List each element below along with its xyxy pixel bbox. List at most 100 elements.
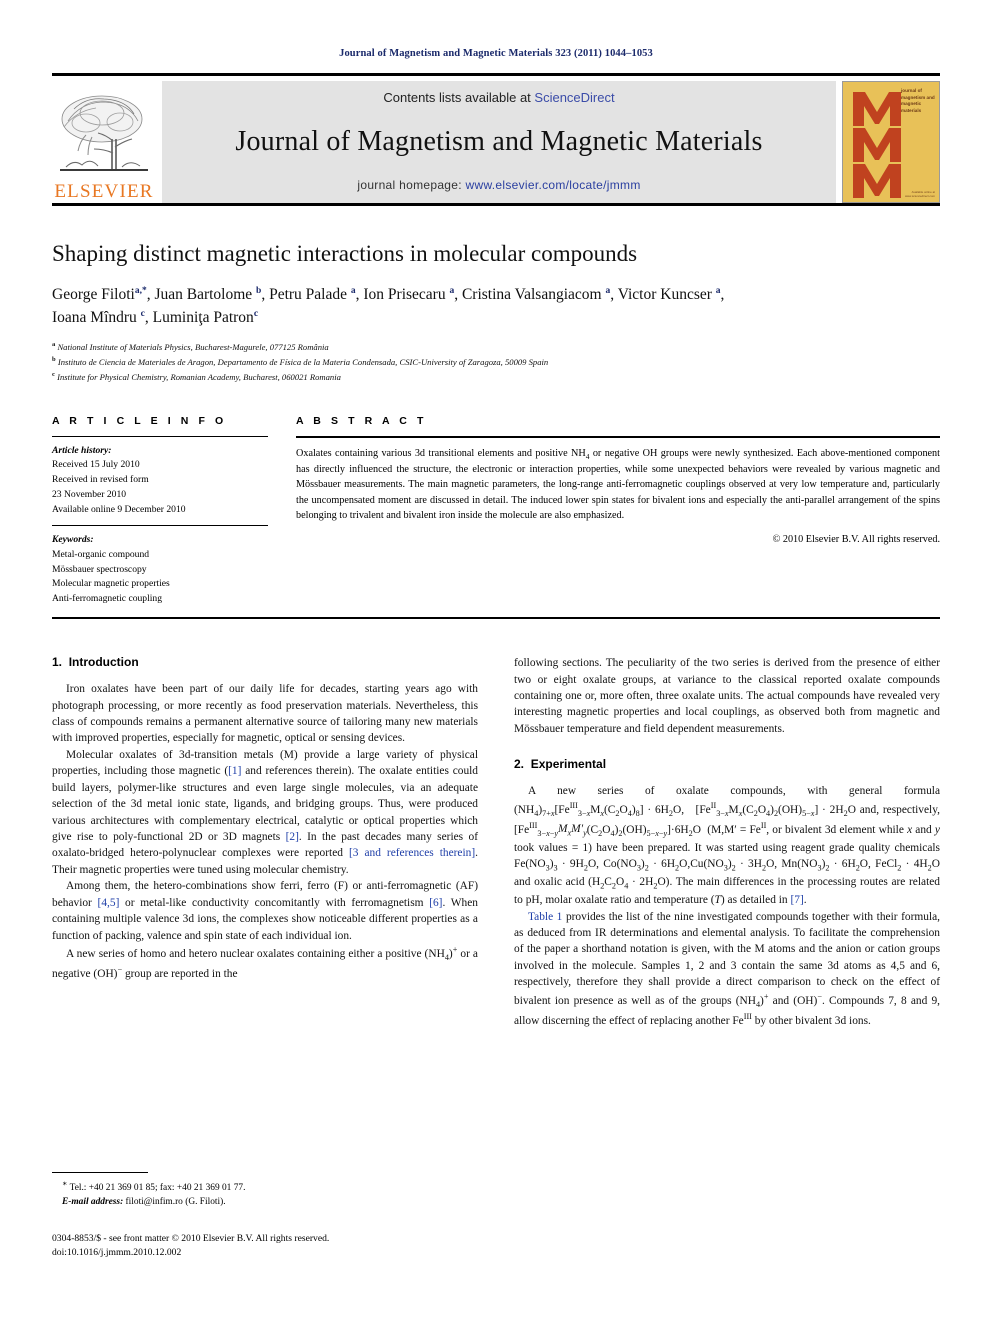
author-item: Ioana Mîndru c, — [52, 308, 153, 326]
author-name: Juan Bartolome — [154, 285, 253, 303]
history-item: 23 November 2010 — [52, 489, 127, 501]
section-number: 2. — [514, 757, 525, 772]
section-title: Introduction — [68, 655, 139, 670]
author-affil-mark: a — [715, 285, 721, 296]
imprint-line-2[interactable]: doi:10.1016/j.jmmm.2010.12.002 — [52, 1246, 472, 1260]
author-list: George Filotia,*, Juan Bartolome b, Petr… — [52, 283, 940, 330]
section-number: 1. — [52, 655, 63, 670]
author-affil-mark: a — [449, 285, 455, 296]
sciencedirect-link[interactable]: ScienceDirect — [534, 90, 614, 105]
right-column: following sections. The peculiarity of t… — [514, 655, 940, 1029]
title-block: Shaping distinct magnetic interactions i… — [52, 240, 940, 385]
experimental-paragraph-1: A new series of oxalate compounds, with … — [514, 785, 941, 907]
affiliation-item: c Institute for Physical Chemistry, Roma… — [52, 370, 940, 385]
citation-link-1[interactable]: [1] — [228, 765, 241, 777]
author-item: George Filotia,*, — [52, 285, 155, 303]
affiliation-text: National Institute of Materials Physics,… — [57, 342, 329, 353]
contents-lists-prefix: Contents lists available at — [383, 90, 535, 105]
keywords-label: Keywords: — [52, 533, 94, 545]
author-name: Ioana Mîndru — [52, 309, 137, 326]
author-item: Luminiţa Patronc — [153, 309, 258, 326]
experimental-paragraph-2: Table 1 provides the list of the nine in… — [514, 910, 940, 1027]
section-heading-introduction: 1. Introduction — [52, 655, 478, 669]
contact-text: Tel.: +40 21 369 01 85; fax: +40 21 369 … — [69, 1183, 246, 1194]
affiliation-text: Instituto de Ciencia de Materiales de Ar… — [57, 356, 549, 367]
affiliation-item: a National Institute of Materials Physic… — [52, 340, 940, 355]
journal-cover-thumbnail[interactable]: journal of magnetism and magnetic materi… — [842, 81, 940, 203]
affiliation-mark: b — [52, 356, 56, 364]
author-name: Petru Palade — [269, 285, 347, 303]
keyword-item: Molecular magnetic properties — [52, 578, 170, 590]
citation-link-4-5[interactable]: [4,5] — [98, 897, 120, 909]
cover-footer-text: Available online at www.sciencedirect.co… — [904, 190, 935, 199]
section-title: Experimental — [530, 757, 607, 772]
article-history-label: Article history: — [52, 444, 112, 456]
intro-paragraph-4-start: A new series of homo and hetero nuclear … — [52, 944, 478, 980]
author-item: Juan Bartolome b, — [154, 285, 270, 303]
keyword-item: Anti-ferromagnetic coupling — [52, 593, 163, 605]
author-name: Ion Prisecaru — [363, 285, 446, 303]
journal-masthead: ELSEVIER Contents lists available at Sci… — [52, 73, 940, 203]
masthead-bottom-rule — [52, 203, 940, 206]
page-title: Shaping distinct magnetic interactions i… — [52, 241, 638, 266]
article-info-heading: A R T I C L E I N F O — [52, 414, 227, 427]
imprint-block: 0304-8853/$ - see front matter © 2010 El… — [52, 1232, 472, 1261]
abstract-heading: A B S T R A C T — [296, 414, 427, 427]
article-first-page: Journal of Magnetism and Magnetic Materi… — [0, 0, 992, 1323]
author-name: Cristina Valsangiacom — [461, 285, 602, 303]
body-columns: 1. Introduction Iron oxalates have been … — [52, 655, 940, 1029]
history-item: Available online 9 December 2010 — [52, 504, 186, 516]
abstract-copyright: © 2010 Elsevier B.V. All rights reserved… — [772, 533, 940, 545]
left-column: 1. Introduction Iron oxalates have been … — [52, 655, 478, 1029]
affiliation-mark: c — [52, 370, 55, 378]
email-value[interactable]: filoti@infim.ro (G. Filoti). — [126, 1197, 226, 1207]
author-affil-mark: a — [605, 285, 611, 296]
author-name: George Filoti — [52, 285, 135, 303]
abstract-column: A B S T R A C T Oxalates containing vari… — [296, 415, 940, 608]
keyword-item: Metal-organic compound — [52, 548, 150, 560]
keywords-block: Keywords: Metal-organic compound Mössbau… — [52, 524, 268, 607]
affiliation-text: Institute for Physical Chemistry, Romani… — [57, 371, 341, 382]
corresponding-author-contact: ∗ Tel.: +40 21 369 01 85; fax: +40 21 36… — [52, 1178, 450, 1196]
elsevier-wordmark: ELSEVIER — [54, 181, 154, 202]
running-head: Journal of Magnetism and Magnetic Materi… — [339, 48, 653, 59]
journal-homepage-line: journal homepage: www.elsevier.com/locat… — [357, 178, 640, 192]
author-name: Victor Kuncser — [617, 285, 712, 303]
intro-paragraph-2: Molecular oxalates of 3d-transition meta… — [52, 748, 478, 876]
journal-title: Journal of Magnetism and Magnetic Materi… — [235, 125, 763, 157]
author-item: Petru Palade a, — [269, 285, 364, 303]
citation-link-3[interactable]: [3 and references therein] — [349, 847, 475, 859]
affiliation-item: b Instituto de Ciencia de Materiales de … — [52, 355, 940, 370]
intro-paragraph-4-continued: following sections. The peculiarity of t… — [514, 657, 940, 735]
footnote-block: ∗ Tel.: +40 21 369 01 85; fax: +40 21 36… — [52, 1172, 450, 1209]
author-affil-mark: a,* — [134, 285, 147, 296]
author-affil-mark: c — [140, 308, 145, 319]
footnote-rule — [52, 1172, 148, 1173]
intro-paragraph-3: Among them, the hetero-combinations show… — [52, 880, 478, 942]
homepage-prefix: journal homepage: — [357, 178, 466, 192]
history-item: Received 15 July 2010 — [52, 459, 140, 471]
author-item: Victor Kuncser a, — [617, 285, 725, 303]
keyword-item: Mössbauer spectroscopy — [52, 563, 147, 575]
citation-link-6[interactable]: [6] — [429, 897, 442, 909]
elsevier-tree-icon — [60, 95, 148, 171]
article-history-block: Article history: Received 15 July 2010 R… — [52, 435, 268, 518]
contents-lists-line: Contents lists available at ScienceDirec… — [383, 90, 614, 105]
citation-link-2[interactable]: [2] — [286, 831, 299, 843]
section-heading-experimental: 2. Experimental — [514, 757, 940, 771]
citation-link-7[interactable]: [7] — [790, 894, 803, 906]
homepage-url-link[interactable]: www.elsevier.com/locate/jmmm — [466, 178, 641, 192]
author-affil-mark: b — [256, 285, 262, 296]
email-label: E-mail address: — [62, 1196, 124, 1207]
elsevier-logo: ELSEVIER — [52, 81, 156, 203]
table-1-link[interactable]: Table 1 — [528, 911, 562, 923]
author-name: Luminiţa Patron — [152, 309, 254, 326]
author-affil-mark: a — [350, 285, 356, 296]
cover-caption: journal of magnetism and magnetic materi… — [901, 88, 935, 113]
author-item: Ion Prisecaru a, — [363, 285, 462, 303]
article-info-column: A R T I C L E I N F O Article history: R… — [52, 415, 268, 608]
journal-banner: Contents lists available at ScienceDirec… — [162, 81, 836, 203]
affiliation-mark: a — [52, 341, 56, 349]
info-abstract-bottom-rule — [52, 617, 940, 620]
author-item: Cristina Valsangiacom a, — [461, 285, 618, 303]
